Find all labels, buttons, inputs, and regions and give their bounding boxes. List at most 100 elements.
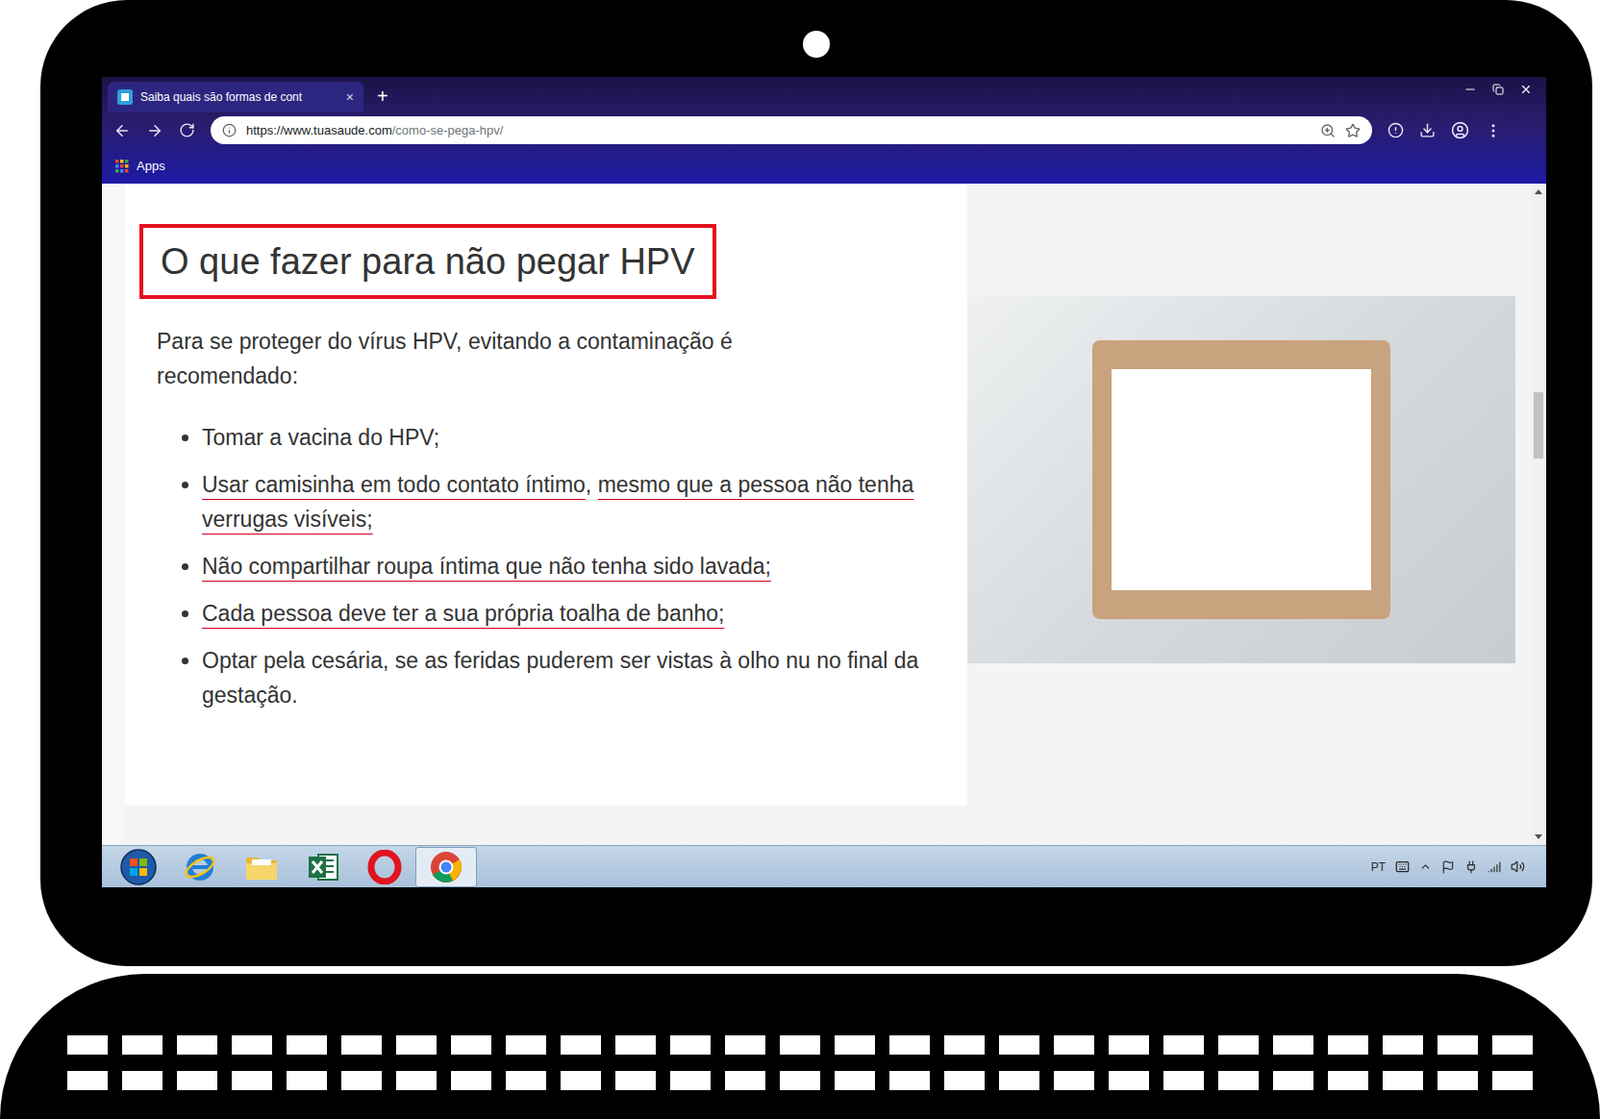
bookmark-star-icon[interactable]: [1345, 123, 1361, 139]
article: O que fazer para não pegar HPV Para se pr…: [125, 183, 968, 806]
list-item: Usar camisinha em todo contato íntimo, m…: [181, 467, 923, 537]
key: [122, 1035, 163, 1055]
key: [1327, 1071, 1369, 1091]
tab-bar: Saiba quais são formas de cont× +: [101, 76, 1547, 113]
taskbar-app[interactable]: [230, 847, 293, 888]
system-tray: PT: [1371, 858, 1547, 876]
key: [1437, 1035, 1478, 1055]
underlined-text: Usar camisinha em todo contato íntimo: [201, 472, 586, 498]
key: [725, 1071, 766, 1091]
key: [450, 1071, 492, 1091]
list-item: Não compartilhar roupa íntima que não te…: [181, 549, 923, 584]
key: [176, 1071, 218, 1091]
key: [286, 1035, 327, 1055]
key: [396, 1071, 437, 1091]
power-icon[interactable]: [1464, 860, 1478, 875]
network-icon[interactable]: [1487, 860, 1501, 875]
key: [889, 1035, 930, 1055]
key: [505, 1035, 547, 1055]
volume-icon[interactable]: [1510, 859, 1525, 875]
key: [1108, 1035, 1150, 1055]
scrollbar-thumb[interactable]: [1533, 392, 1544, 459]
key: [396, 1035, 437, 1055]
extension-icon[interactable]: [1387, 122, 1404, 139]
key: [341, 1071, 382, 1091]
key: [1437, 1071, 1478, 1091]
scrollbar[interactable]: [1530, 183, 1547, 846]
restore-icon[interactable]: [1492, 83, 1504, 96]
key: [1273, 1035, 1314, 1055]
text: Tomar a vacina do HPV;: [201, 425, 440, 450]
bullet: [181, 610, 189, 618]
reload-icon[interactable]: [178, 122, 196, 139]
list-item: Cada pessoa deve ter a sua própria toalh…: [181, 596, 923, 631]
taskbar-app[interactable]: [415, 847, 477, 888]
key: [1327, 1035, 1369, 1055]
excel-icon: [306, 850, 340, 884]
key: [834, 1071, 875, 1091]
key: [615, 1035, 656, 1055]
key: [944, 1035, 985, 1055]
key: [231, 1035, 273, 1055]
key: [1382, 1035, 1424, 1055]
taskbar-app[interactable]: [292, 847, 354, 888]
key: [1382, 1071, 1424, 1091]
keyboard-icon[interactable]: [1395, 859, 1410, 875]
language-indicator[interactable]: PT: [1371, 858, 1386, 876]
action-center-icon[interactable]: [1441, 860, 1455, 875]
key: [1053, 1035, 1095, 1055]
bookmarks-bar: Apps: [101, 148, 1547, 184]
browser-tab[interactable]: Saiba quais são formas de cont×: [107, 81, 364, 113]
toolbar: https://www.tuasaude.com/como-se-pega-hp…: [101, 112, 1547, 149]
laptop-illustration: Saiba quais são formas de cont× + https://…: [0, 0, 1600, 1119]
list-item: Tomar a vacina do HPV;: [181, 420, 923, 455]
laptop-lid: Saiba quais são formas de cont× + https://…: [40, 0, 1593, 967]
profile-icon[interactable]: [1450, 121, 1470, 140]
zoom-icon[interactable]: [1320, 123, 1336, 139]
bullet: [181, 563, 189, 571]
download-icon[interactable]: [1419, 122, 1436, 139]
start-icon: [120, 849, 157, 886]
key: [1492, 1035, 1533, 1055]
list-item: Optar pela cesária, se as feridas pudere…: [181, 643, 923, 713]
taskbar-app[interactable]: [107, 847, 170, 888]
bullet: [181, 657, 189, 665]
key: [999, 1071, 1040, 1091]
browser-chrome: Saiba quais são formas de cont× + https://…: [101, 76, 1547, 184]
new-tab-button[interactable]: +: [376, 85, 389, 107]
laptop-base: [0, 974, 1600, 1119]
webcam: [802, 30, 830, 58]
key: [670, 1035, 711, 1055]
underlined-text: Cada pessoa deve ter a sua própria toalh…: [201, 600, 725, 626]
opera-icon: [367, 850, 402, 885]
key: [286, 1071, 327, 1091]
key: [999, 1035, 1040, 1055]
key: [779, 1071, 821, 1091]
key: [670, 1071, 711, 1091]
intro-paragraph: Para se proteger do vírus HPV, evitando …: [139, 324, 794, 394]
bullet: [181, 434, 189, 442]
key: [1163, 1071, 1204, 1091]
page-viewport: O que fazer para não pegar HPV Para se pr…: [101, 183, 1547, 846]
key: [1163, 1035, 1204, 1055]
section-heading: O que fazer para não pegar HPV: [139, 224, 717, 300]
key: [67, 1035, 108, 1055]
address-bar[interactable]: https://www.tuasaude.com/como-se-pega-hp…: [210, 116, 1373, 145]
key: [889, 1071, 930, 1091]
tab-close[interactable]: ×: [346, 87, 354, 108]
show-hidden-icon[interactable]: [1419, 860, 1432, 874]
key: [341, 1035, 382, 1055]
key: [615, 1071, 656, 1091]
key: [1053, 1071, 1095, 1091]
bookmark-item[interactable]: Apps: [115, 156, 166, 176]
taskbar-app[interactable]: [169, 847, 231, 888]
close-window-icon[interactable]: [1519, 82, 1533, 97]
key: [67, 1071, 108, 1091]
minimize-icon[interactable]: [1463, 82, 1477, 97]
forward-icon[interactable]: [146, 122, 164, 140]
taskbar-app[interactable]: [353, 847, 416, 888]
text: ,: [585, 472, 599, 498]
back-icon[interactable]: [113, 122, 131, 140]
menu-icon[interactable]: [1484, 122, 1502, 140]
internet-explorer-icon: [182, 850, 218, 885]
